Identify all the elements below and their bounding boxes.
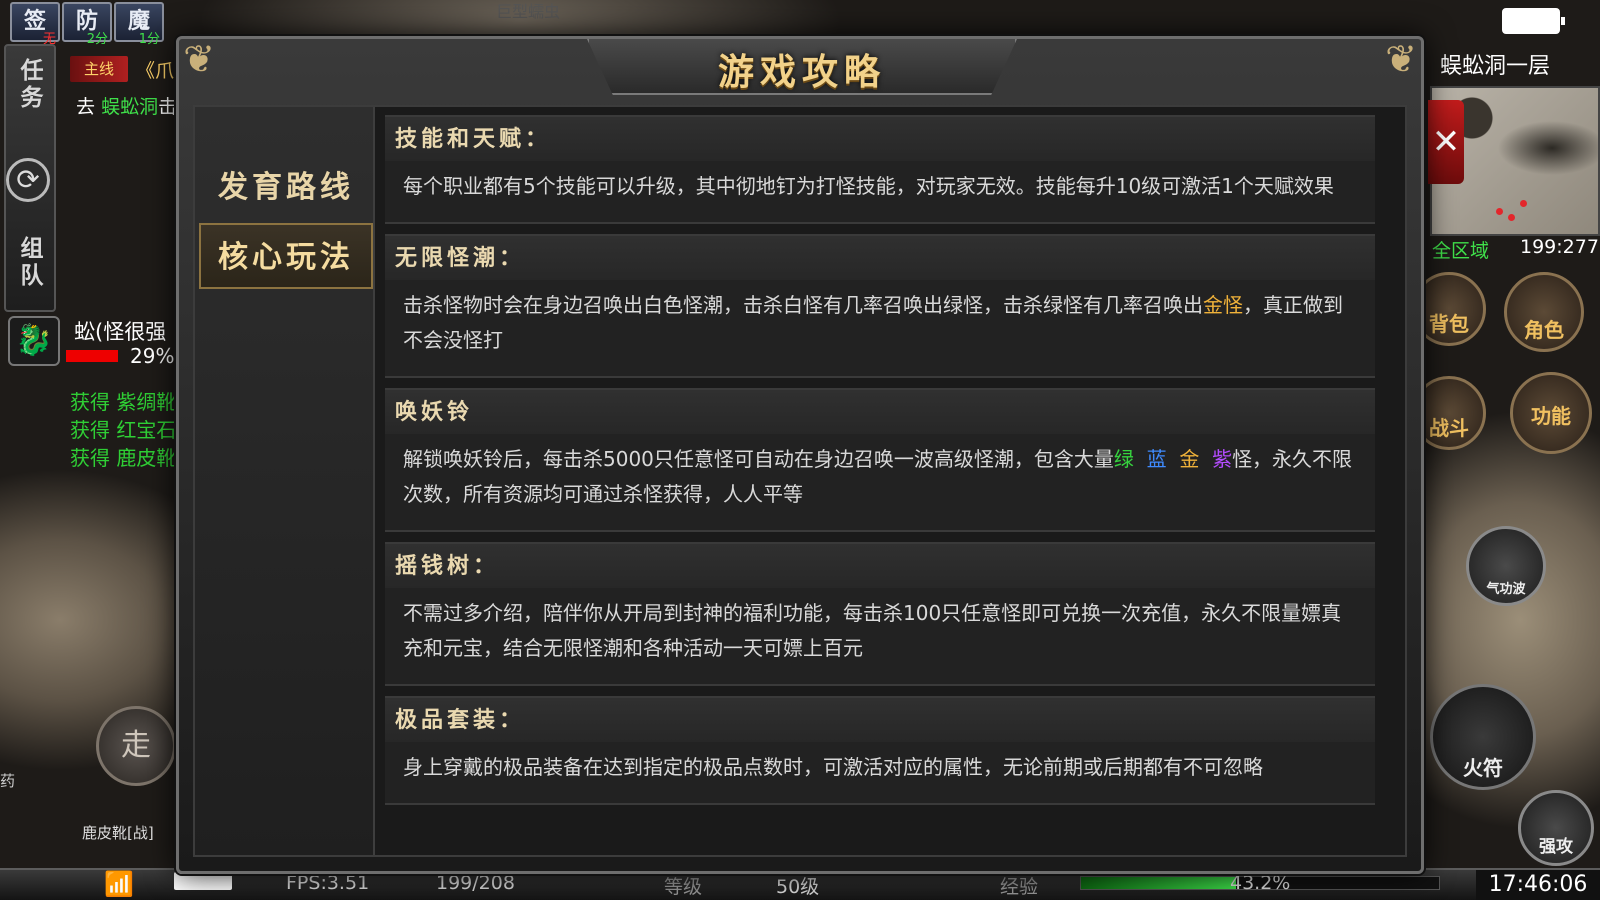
section-text: 击杀怪物时会在身边召唤出白色怪潮，击杀白怪有几率召唤出绿怪，击杀绿怪有几率召唤出… <box>385 280 1375 376</box>
magic-label: 魔 <box>127 9 150 34</box>
close-icon[interactable]: ✕ <box>1428 100 1464 184</box>
guide-section: 极品套装： 身上穿戴的极品装备在达到指定的极品点数时，可激活对应的属性，无论前期… <box>385 696 1375 805</box>
section-text: 解锁唤妖铃后，每击杀5000只任意怪可自动在身边召唤一波高级怪潮，包含大量绿 蓝… <box>385 434 1375 530</box>
exp-label: 经验 <box>1000 876 1039 898</box>
section-heading: 极品套装： <box>385 698 1375 742</box>
section-text: 不需过多介绍，陪伴你从开局到封神的福利功能，每击杀100只任意怪即可兑换一次充值… <box>385 588 1375 684</box>
hp-readout: 199/208 <box>436 872 515 894</box>
character-label: 角色 <box>1524 318 1564 342</box>
function-label: 功能 <box>1531 404 1571 428</box>
tab-core-gameplay[interactable]: 核心玩法 <box>199 223 373 289</box>
team-button[interactable]: 组队 <box>10 236 54 308</box>
strong-attack-skill-button[interactable]: 强攻 <box>1518 790 1594 866</box>
map-marker <box>1496 208 1503 215</box>
task-button[interactable]: 任务 <box>10 58 54 138</box>
battery-small-icon <box>174 872 232 890</box>
blue-text: 蓝 <box>1146 447 1167 471</box>
quest-objective[interactable]: 去 蜈蚣洞击 <box>76 92 177 119</box>
text-part: 解锁唤妖铃后，每击杀5000只任意怪可自动在身边召唤一波高级怪潮，包含大量 <box>403 447 1114 471</box>
refresh-icon[interactable]: ⟳ <box>6 158 50 202</box>
potion-label: 药 <box>0 772 16 790</box>
section-text: 身上穿戴的极品装备在达到指定的极品点数时，可激活对应的属性，无论前期或后期都有不… <box>385 742 1375 803</box>
text-part: 击杀怪物时会在身边召唤出白色怪潮，击杀白怪有几率召唤出绿怪，击杀绿怪有几率召唤出 <box>403 293 1203 317</box>
strong-attack-label: 强攻 <box>1539 837 1573 857</box>
section-heading: 摇钱树： <box>385 544 1375 588</box>
gold-text: 金 <box>1179 447 1200 471</box>
player-coordinates: 199:277 <box>1520 236 1599 258</box>
fps-readout: FPS:3.51 <box>286 872 370 894</box>
bag-label: 背包 <box>1429 312 1469 336</box>
qigong-skill-button[interactable]: 气功波 <box>1466 526 1546 606</box>
clock: 17:46:06 <box>1476 870 1600 900</box>
exp-percent: 43.2% <box>1230 872 1291 894</box>
exp-bar-fill <box>1081 877 1236 889</box>
boss-name-label: 巨型蠕虫 <box>496 2 561 21</box>
section-heading: 技能和天赋： <box>385 117 1375 161</box>
fire-talisman-label: 火符 <box>1463 756 1503 780</box>
green-text: 绿 <box>1113 447 1134 471</box>
ground-item-label[interactable]: 鹿皮靴[战] <box>82 822 154 843</box>
guide-section: 技能和天赋： 每个职业都有5个技能可以升级，其中彻地钉为打怪技能，对玩家无效。技… <box>385 115 1375 224</box>
section-text: 每个职业都有5个技能可以升级，其中彻地钉为打怪技能，对玩家无效。技能每升10级可… <box>385 161 1375 222</box>
fire-talisman-skill-button[interactable]: 火符 <box>1430 684 1536 790</box>
guide-content[interactable]: 技能和天赋： 每个职业都有5个技能可以升级，其中彻地钉为打怪技能，对玩家无效。技… <box>385 115 1375 851</box>
battle-label: 战斗 <box>1429 416 1469 440</box>
main-quest-tag: 主线 <box>70 56 128 82</box>
target-name: 蚣(怪很强 <box>74 320 167 344</box>
quest-prefix: 去 <box>76 96 96 118</box>
magic-button[interactable]: 魔 1分 <box>114 2 164 46</box>
walk-button[interactable]: 走 <box>96 706 176 786</box>
map-marker <box>1520 200 1527 207</box>
map-marker <box>1508 214 1515 221</box>
guide-section: 无限怪潮： 击杀怪物时会在身边召唤出白色怪潮，击杀白怪有几率召唤出绿怪，击杀绿怪… <box>385 234 1375 378</box>
level-value: 50级 <box>776 876 820 898</box>
purple-text: 紫 <box>1212 447 1233 471</box>
modal-title: 游戏攻略 <box>717 51 886 93</box>
function-button[interactable]: 功能 <box>1510 372 1592 454</box>
sign-in-label: 签 <box>23 9 46 34</box>
defense-label: 防 <box>75 9 98 34</box>
defense-score: 2分 <box>86 32 108 47</box>
region-label[interactable]: 全区域 <box>1432 236 1489 263</box>
dragon-icon[interactable]: 🐉 <box>8 316 60 366</box>
modal-body: 发育路线 核心玩法 技能和天赋： 每个职业都有5个技能可以升级，其中彻地钉为打怪… <box>193 105 1407 857</box>
defense-button[interactable]: 防 2分 <box>62 2 112 46</box>
guide-nav: 发育路线 核心玩法 <box>195 107 375 855</box>
character-button[interactable]: 角色 <box>1504 272 1584 352</box>
magic-score: 1分 <box>138 32 160 47</box>
wifi-icon: 📶 <box>104 870 134 898</box>
level-label: 等级 <box>664 876 703 898</box>
battery-icon <box>1502 8 1565 34</box>
qigong-label: 气功波 <box>1486 582 1526 597</box>
section-heading: 唤妖铃 <box>385 390 1375 434</box>
tab-development-route[interactable]: 发育路线 <box>199 155 373 221</box>
game-guide-modal: ❦ ❦ 游戏攻略 发育路线 核心玩法 技能和天赋： 每个职业都有5个技能可以升级… <box>176 36 1424 874</box>
corner-ornament-icon: ❦ <box>183 37 215 81</box>
guide-section: 摇钱树： 不需过多介绍，陪伴你从开局到封神的福利功能，每击杀100只任意怪即可兑… <box>385 542 1375 686</box>
sign-in-button[interactable]: 签 无 <box>10 2 60 46</box>
target-hp-bar <box>66 350 118 362</box>
gold-monster-text: 金怪 <box>1203 293 1243 317</box>
section-heading: 无限怪潮： <box>385 236 1375 280</box>
map-name: 蜈蚣洞一层 <box>1440 54 1551 79</box>
corner-ornament-icon: ❦ <box>1385 37 1417 81</box>
guide-section: 唤妖铃 解锁唤妖铃后，每击杀5000只任意怪可自动在身边召唤一波高级怪潮，包含大… <box>385 388 1375 532</box>
target-hp-percent: 29% <box>130 344 175 368</box>
quest-destination[interactable]: 蜈蚣洞 <box>101 96 158 118</box>
quest-suffix: 击 <box>158 96 178 118</box>
